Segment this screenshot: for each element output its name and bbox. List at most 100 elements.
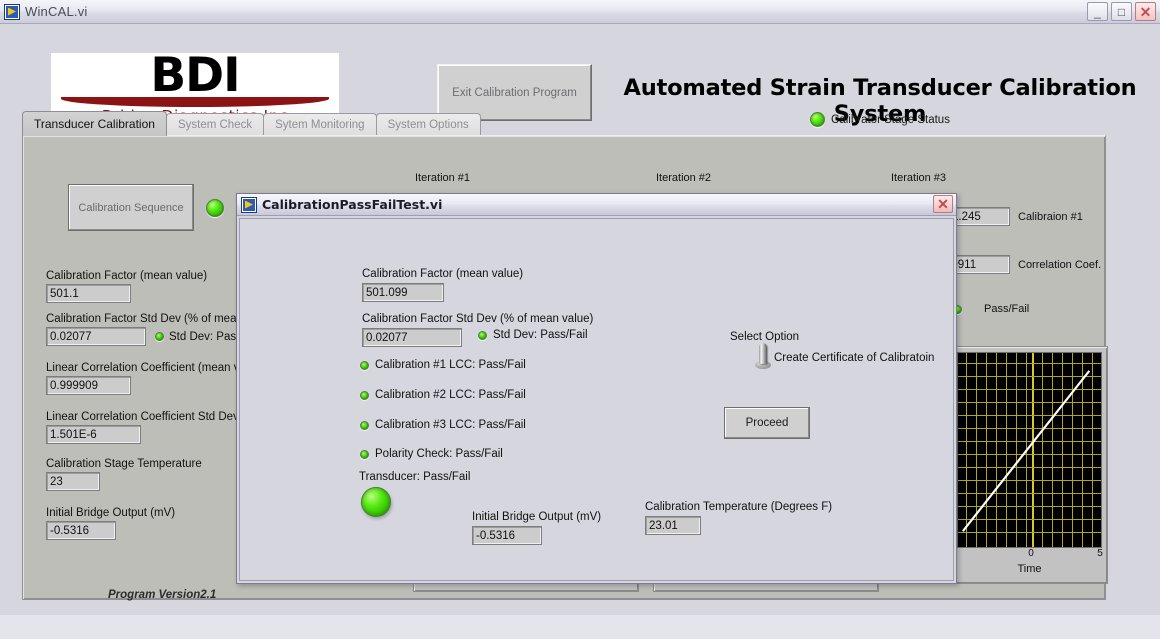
calibration-3-lcc-led-icon — [360, 421, 369, 430]
main-panel: BDI Bridge Diagnostics Inc Exit Calibrat… — [0, 24, 1160, 615]
field-label: Calibration Factor (mean value) — [46, 270, 261, 282]
field-label: Linear Correlation Coefficient Std Dev — [46, 411, 261, 423]
field-value[interactable]: 501.1 — [46, 284, 131, 303]
window-titlebar[interactable]: WinCAL.vi _ □ ✕ — [0, 0, 1160, 24]
calibrator-stage-status-label: Calibrator Stage Status — [831, 114, 950, 126]
iteration-1-label: Iteration #1 — [415, 172, 470, 184]
field-value[interactable]: 1.501E-6 — [46, 425, 141, 444]
readout-label: Pass/Fail — [984, 303, 1029, 315]
polarity-check-led-icon — [360, 450, 369, 459]
minimize-button[interactable]: _ — [1087, 2, 1108, 21]
iteration-2-label: Iteration #2 — [656, 172, 711, 184]
graph-trace — [958, 353, 1101, 547]
field-initial-bridge-output: Initial Bridge Output (mV) -0.5316 — [46, 507, 261, 540]
proceed-button[interactable]: Proceed — [724, 407, 810, 439]
dialog-titlebar[interactable]: CalibrationPassFailTest.vi ✕ — [237, 194, 956, 216]
dialog-close-button[interactable]: ✕ — [933, 195, 953, 213]
create-certificate-toggle[interactable] — [755, 343, 771, 369]
minimize-icon: _ — [1088, 3, 1107, 20]
maximize-button[interactable]: □ — [1111, 2, 1132, 21]
dialog-bridge-output-label: Initial Bridge Output (mV) — [472, 511, 601, 523]
calibration-pass-fail-dialog: CalibrationPassFailTest.vi ✕ Calibration… — [236, 193, 957, 584]
tab-system-options[interactable]: System Options — [376, 113, 481, 136]
tab-sytem-monitoring[interactable]: Sytem Monitoring — [263, 113, 376, 136]
dialog-check-row: Calibration #3 LCC: Pass/Fail — [360, 419, 526, 431]
status-led-icon — [810, 112, 825, 127]
program-version-label: Program Version2.1 — [108, 589, 216, 601]
readout-value[interactable]: 1.245 — [948, 207, 1010, 226]
std-dev-led-icon — [478, 331, 487, 340]
check-label: Calibration #1 LCC: Pass/Fail — [375, 359, 526, 371]
dialog-check-row: Polarity Check: Pass/Fail — [360, 448, 503, 460]
std-dev-status-label: Std Dev: Pass/Fail — [493, 329, 588, 341]
window-controls: _ □ ✕ — [1087, 2, 1156, 21]
calibration-2-lcc-led-icon — [360, 391, 369, 400]
check-label: Polarity Check: Pass/Fail — [375, 448, 503, 460]
tab-transducer-calibration[interactable]: Transducer Calibration — [22, 111, 167, 136]
create-certificate-toggle-label: Create Certificate of Calibratoin — [774, 352, 934, 364]
window-title: WinCAL.vi — [25, 4, 87, 19]
std-dev-led-icon — [155, 332, 164, 341]
graph-x-axis-label: Time — [957, 563, 1102, 575]
dialog-std-dev-value[interactable]: 0.02077 — [362, 328, 462, 347]
iteration-3-graph: 0 5 Time — [951, 346, 1108, 584]
dialog-body: Calibration Factor (mean value) 501.099 … — [239, 218, 954, 581]
std-dev-pass-fail-indicator: Std Dev: Pas — [155, 331, 236, 343]
readout-pass-fail: Pass/Fail — [953, 303, 1029, 315]
tab-system-check[interactable]: System Check — [166, 113, 264, 136]
application-window: WinCAL.vi _ □ ✕ BDI Bridge Diagnostics I… — [0, 0, 1160, 639]
readout-correlation-coef: 99911 Correlation Coef. — [941, 255, 1101, 274]
dialog-transducer-label: Transducer: Pass/Fail — [359, 471, 470, 483]
calibrator-stage-status: Calibrator Stage Status — [620, 112, 1140, 127]
dialog-cal-factor-label: Calibration Factor (mean value) — [362, 268, 523, 280]
logo-accent-bar — [61, 97, 329, 107]
close-button[interactable]: ✕ — [1135, 2, 1156, 21]
dialog-check-row: Calibration #2 LCC: Pass/Fail — [360, 389, 526, 401]
std-dev-status-label: Std Dev: Pas — [169, 331, 236, 343]
dialog-cal-factor-value[interactable]: 501.099 — [362, 283, 444, 302]
labview-icon — [4, 4, 20, 20]
iteration-3-label: Iteration #3 — [891, 172, 946, 184]
labview-icon — [241, 197, 257, 213]
field-linear-correlation-coefficient: Linear Correlation Coefficient (mean va … — [46, 362, 261, 395]
field-calibration-factor: Calibration Factor (mean value) 501.1 — [46, 270, 261, 303]
field-value[interactable]: 0.02077 — [46, 327, 146, 346]
logo-wordmark: BDI — [61, 54, 329, 98]
dialog-std-dev-status: Std Dev: Pass/Fail — [478, 329, 588, 341]
field-lcc-std-dev: Linear Correlation Coefficient Std Dev 1… — [46, 411, 261, 444]
graph-plot-area — [957, 352, 1102, 548]
calibration-sequence-led-icon — [206, 199, 224, 217]
check-label: Calibration #2 LCC: Pass/Fail — [375, 389, 526, 401]
dialog-check-row: Calibration #1 LCC: Pass/Fail — [360, 359, 526, 371]
dialog-title: CalibrationPassFailTest.vi — [262, 197, 442, 212]
x-tick: 5 — [1097, 548, 1103, 559]
select-option-label: Select Option — [730, 331, 799, 343]
field-value[interactable]: 0.999909 — [46, 376, 131, 395]
dialog-cal-temp-value[interactable]: 23.01 — [645, 516, 701, 535]
calibration-1-lcc-led-icon — [360, 361, 369, 370]
dialog-cal-temp-label: Calibration Temperature (Degrees F) — [645, 501, 832, 513]
readout-label: Calibraion #1 — [1018, 211, 1083, 223]
toggle-lever-icon — [759, 343, 767, 364]
dialog-std-dev-label: Calibration Factor Std Dev (% of mean va… — [362, 313, 593, 325]
tabstrip: Transducer Calibration System Check Syte… — [22, 111, 480, 136]
readout-calibration-1: 1.245 Calibraion #1 — [948, 207, 1083, 226]
field-label: Initial Bridge Output (mV) — [46, 507, 261, 519]
graph-x-axis-ticks: 0 5 — [957, 548, 1102, 562]
x-tick: 0 — [1028, 548, 1034, 559]
field-label: Calibration Stage Temperature — [46, 458, 261, 470]
transducer-status-led-icon — [361, 487, 391, 517]
check-label: Calibration #3 LCC: Pass/Fail — [375, 419, 526, 431]
field-calibration-factor-std-dev: Calibration Factor Std Dev (% of mean 0.… — [46, 313, 261, 346]
field-label: Calibration Factor Std Dev (% of mean — [46, 313, 261, 325]
dialog-bridge-output-value[interactable]: -0.5316 — [472, 526, 542, 545]
dialog-content: Calibration Factor (mean value) 501.099 … — [240, 219, 953, 580]
close-icon: ✕ — [1136, 3, 1155, 20]
field-label: Linear Correlation Coefficient (mean va — [46, 362, 261, 374]
field-value[interactable]: 23 — [46, 472, 100, 491]
maximize-icon: □ — [1112, 3, 1131, 20]
field-calibration-stage-temperature: Calibration Stage Temperature 23 — [46, 458, 261, 491]
readout-label: Correlation Coef. — [1018, 259, 1101, 271]
calibration-sequence-button[interactable]: Calibration Sequence — [68, 184, 194, 231]
field-value[interactable]: -0.5316 — [46, 521, 116, 540]
